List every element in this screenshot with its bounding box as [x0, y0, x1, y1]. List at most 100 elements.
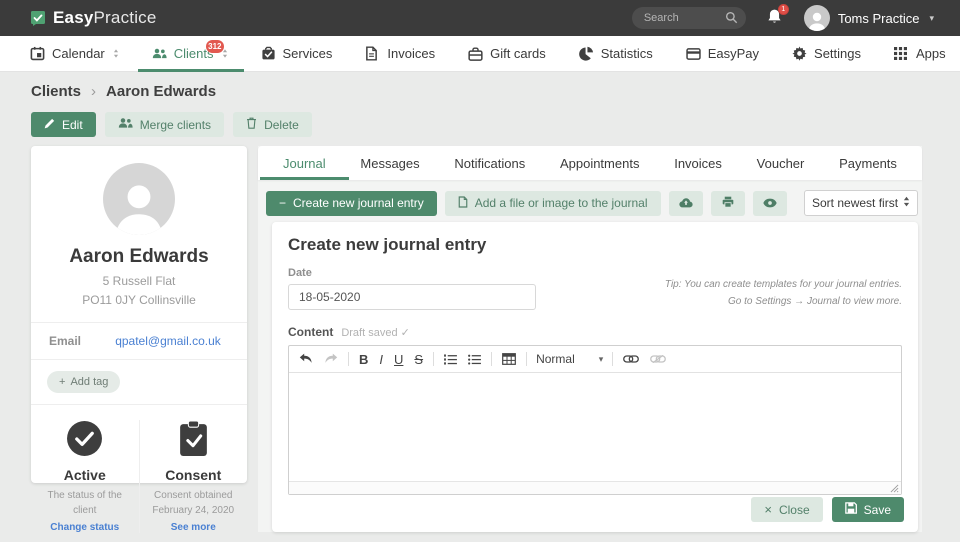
consent-description: Consent obtained February 24, 2020 — [148, 488, 240, 518]
nav-gift-cards[interactable]: Gift cards — [468, 36, 546, 71]
tab-voucher[interactable]: Voucher — [757, 146, 805, 180]
caret-updown-icon — [113, 49, 119, 58]
underline-button[interactable]: U — [393, 352, 404, 367]
save-button[interactable]: Save — [831, 497, 904, 522]
paragraph-style-dropdown[interactable]: Normal ▾ — [536, 352, 603, 366]
close-icon: × — [764, 502, 772, 517]
date-input[interactable] — [288, 284, 536, 310]
tab-appointments[interactable]: Appointments — [560, 146, 640, 180]
editor-footer — [289, 481, 901, 494]
tab-payments[interactable]: Payments — [839, 146, 897, 180]
insert-table-button[interactable] — [501, 353, 517, 365]
client-name: Aaron Edwards — [69, 246, 209, 267]
save-floppy-icon — [844, 502, 857, 517]
nav-easypay[interactable]: EasyPay — [686, 36, 759, 71]
strikethrough-button[interactable]: S — [413, 352, 424, 367]
paragraph-style-value: Normal — [536, 352, 575, 366]
divider — [348, 352, 349, 366]
close-button-label: Close — [778, 502, 810, 517]
plus-icon: + — [59, 376, 66, 389]
notifications-bell[interactable]: 1 — [766, 4, 789, 28]
close-button[interactable]: × Close — [751, 497, 823, 522]
journal-toolbar: − Create new journal entry Add a file or… — [266, 190, 918, 216]
header-right: 1 Toms Practice ▾ — [631, 4, 934, 31]
create-journal-entry-label: Create new journal entry — [293, 196, 424, 210]
form-title: Create new journal entry — [288, 235, 487, 254]
editor-content-area[interactable] — [289, 373, 901, 481]
caret-down-icon: ▾ — [598, 353, 604, 364]
nav-calendar[interactable]: Calendar — [30, 36, 119, 71]
sort-select[interactable]: Sort newest first — [804, 190, 918, 216]
resize-handle[interactable] — [890, 484, 899, 493]
minus-icon: − — [279, 196, 287, 210]
status-active-cell: Active The status of the client Change s… — [31, 420, 140, 534]
preview-journal-button[interactable] — [752, 190, 787, 216]
draft-check-icon: ✓ — [400, 326, 410, 339]
undo-button[interactable] — [298, 353, 314, 365]
email-row: Email qpatel@gmail.co.uk — [31, 323, 247, 359]
email-link[interactable]: qpatel@gmail.co.uk — [107, 334, 229, 348]
tab-invoices[interactable]: Invoices — [674, 146, 722, 180]
change-status-link[interactable]: Change status — [39, 522, 131, 533]
nav-settings[interactable]: Settings — [792, 36, 861, 71]
nav-apps[interactable]: Apps — [894, 36, 946, 71]
redo-button[interactable] — [323, 353, 339, 365]
clipboard-check-icon — [148, 420, 240, 458]
file-icon — [458, 195, 468, 211]
breadcrumb-clients[interactable]: Clients — [31, 83, 81, 100]
check-circle-icon — [39, 420, 131, 458]
clients-count-badge: 312 — [206, 40, 224, 53]
merge-clients-icon — [118, 117, 133, 132]
nav-label-apps: Apps — [916, 46, 946, 61]
italic-button[interactable]: I — [378, 352, 384, 367]
brand-name-light: Practice — [93, 8, 157, 27]
profile-menu[interactable]: Toms Practice ▾ — [803, 5, 934, 31]
merge-clients-label: Merge clients — [139, 117, 212, 132]
status-title: Active — [63, 467, 106, 484]
nav-services[interactable]: Services — [261, 36, 332, 71]
nav-statistics[interactable]: Statistics — [578, 36, 653, 71]
breadcrumb: Clients › Aaron Edwards — [31, 83, 216, 100]
divider — [491, 352, 493, 366]
tab-journal[interactable]: Journal — [260, 146, 349, 180]
edit-button[interactable]: Edit — [31, 112, 96, 137]
trash-icon — [246, 117, 257, 132]
merge-clients-button[interactable]: Merge clients — [104, 112, 225, 137]
add-tag-button[interactable]: + Add tag — [47, 371, 121, 394]
nav-label-statistics: Statistics — [600, 46, 653, 61]
see-more-link[interactable]: See more — [148, 522, 240, 533]
ordered-list-button[interactable] — [443, 353, 458, 365]
bullet-list-button[interactable] — [467, 354, 482, 365]
add-tag-label: Add tag — [70, 376, 109, 389]
delete-button[interactable]: Delete — [233, 112, 312, 137]
link-button[interactable] — [622, 355, 640, 363]
client-tabs: Journal Messages Notifications Appointme… — [258, 146, 922, 180]
client-address-line1: 5 Russell Flat — [102, 274, 176, 288]
create-journal-entry-button[interactable]: − Create new journal entry — [266, 190, 437, 216]
download-journal-button[interactable] — [668, 190, 703, 216]
tab-messages[interactable]: Messages — [360, 146, 419, 180]
status-description: The status of the client — [47, 490, 123, 517]
consent-title: Consent — [165, 467, 222, 484]
client-address-line2: PO11 0JY Collinsville — [82, 292, 196, 307]
bold-button[interactable]: B — [358, 352, 369, 367]
nav-invoices[interactable]: Invoices — [365, 36, 435, 71]
select-arrows-icon — [903, 196, 910, 210]
nav-clients[interactable]: Clients 312 — [137, 36, 244, 72]
unlink-button[interactable] — [649, 355, 667, 363]
search-box[interactable] — [631, 7, 746, 29]
breadcrumb-separator-icon: › — [91, 83, 97, 100]
nav-label-settings: Settings — [814, 46, 862, 61]
main-nav: Calendar Clients 312 Services Invoices G… — [0, 36, 960, 72]
settings-icon — [792, 46, 807, 61]
brand-logo[interactable]: EasyPractice — [30, 8, 157, 28]
print-journal-button[interactable] — [710, 190, 745, 216]
content-label: Content — [288, 325, 334, 339]
printer-icon — [722, 196, 734, 211]
add-file-button[interactable]: Add a file or image to the journal — [444, 190, 661, 216]
tab-notifications[interactable]: Notifications — [454, 146, 525, 180]
tag-row: + Add tag — [31, 360, 247, 404]
clients-icon — [152, 47, 167, 60]
form-tip-line1: Tip: You can create templates for your j… — [664, 279, 902, 290]
nav-label-gift-cards: Gift cards — [490, 46, 546, 61]
